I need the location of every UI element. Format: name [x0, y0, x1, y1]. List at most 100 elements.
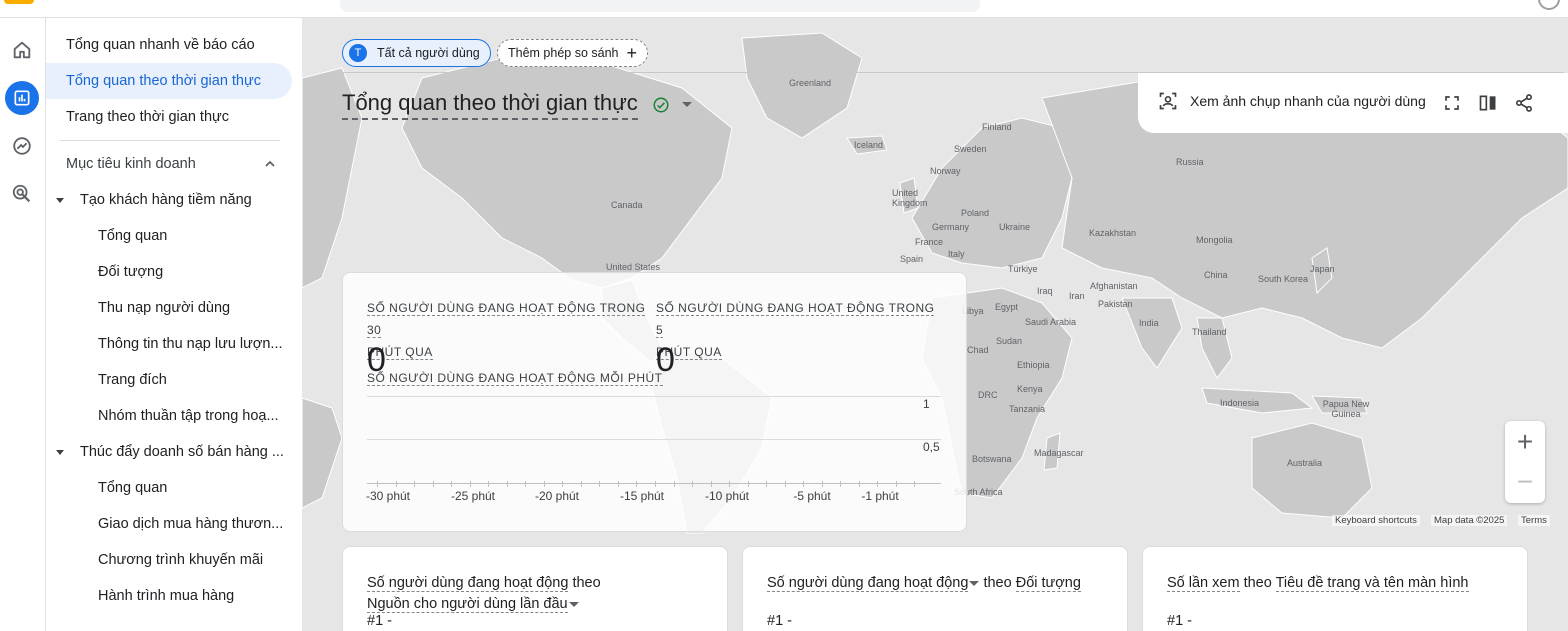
nav-item-reports-snapshot[interactable]: Tổng quan nhanh về báo cáo [46, 27, 292, 63]
title-dropdown-icon[interactable] [682, 102, 692, 107]
map-label: Kenya [1017, 384, 1043, 394]
minute-bar-tick [377, 481, 378, 487]
map-label: Germany [932, 222, 970, 232]
card-title-metric: Số người dùng đang hoạt động [367, 575, 569, 592]
nav-group-lead-generation[interactable]: Tạo khách hàng tiềm năng [46, 182, 292, 218]
map-label: Papua New Guinea [1322, 399, 1370, 419]
reports-icon[interactable] [5, 81, 39, 115]
page-title[interactable]: Tổng quan theo thời gian thực [342, 90, 638, 120]
metric-5min-label[interactable]: SỐ NGƯỜI DÙNG ĐANG HOẠT ĐỘNG TRONG 5 PHÚ… [656, 297, 936, 363]
advertising-icon[interactable] [5, 177, 39, 211]
x-tick-label: -25 phút [450, 489, 496, 503]
minute-bar-tick [914, 481, 916, 487]
metric-30min-label[interactable]: SỐ NGƯỜI DÙNG ĐANG HOẠT ĐỘNG TRONG 30 PH… [367, 297, 647, 363]
map-label: Australia [1287, 458, 1323, 468]
minute-bar-tick [525, 481, 527, 487]
map-label: Sweden [954, 144, 987, 154]
nav-item-realtime-pages[interactable]: Trang theo thời gian thực [46, 99, 292, 135]
search-bar[interactable] [340, 0, 980, 12]
card-rank: #1 - [767, 613, 792, 629]
nav-item-traffic-acquisition[interactable]: Thông tin thu nạp lưu lượn... [46, 326, 292, 362]
main-content: Greenland Finland Sweden Iceland Norway … [302, 18, 1568, 631]
segment-chip-all-users[interactable]: T Tất cả người dùng [342, 39, 491, 67]
map-label: Chad [967, 345, 989, 355]
actions-bar: Xem ảnh chụp nhanh của người dùng [1138, 73, 1568, 133]
map-label: Botswana [972, 454, 1012, 464]
nav-item-overview[interactable]: Tổng quan [46, 470, 292, 506]
caret-down-icon[interactable] [568, 601, 579, 607]
caret-down-icon [56, 449, 64, 455]
map-data-attribution: Map data ©2025 [1431, 515, 1508, 526]
nav-group-drive-sales[interactable]: Thúc đẩy doanh số bán hàng ... [46, 434, 292, 470]
nav-item-cohort[interactable]: Nhóm thuần tập trong hoạ... [46, 398, 292, 434]
map-label: Ethiopia [1017, 360, 1050, 370]
nav-item-purchase-journey[interactable]: Hành trình mua hàng [46, 578, 292, 614]
chevron-up-icon [265, 160, 275, 167]
compare-view-icon[interactable] [1476, 91, 1500, 115]
minute-bar-tick [766, 481, 768, 487]
minute-bar-tick [506, 481, 508, 487]
map-label: Egypt [995, 302, 1019, 312]
card-title[interactable]: Số người dùng đang hoạt động theo Nguồn … [367, 573, 717, 615]
minute-bar-tick [580, 481, 582, 487]
nav-item-ecommerce-purchases[interactable]: Giao dịch mua hàng thươn... [46, 506, 292, 542]
user-snapshot-icon [1159, 92, 1177, 110]
x-tick-label: -10 phút [704, 489, 750, 503]
map-label: Türkiye [1008, 264, 1038, 274]
minute-bar-tick [710, 481, 712, 487]
map-label: United Kingdom [892, 188, 928, 208]
map-label: Indonesia [1220, 398, 1260, 408]
nav-item-user-acquisition[interactable]: Thu nạp người dùng [46, 290, 292, 326]
plus-icon: + [626, 43, 638, 63]
minute-bar-tick [432, 481, 434, 487]
x-tick-label: -5 phút [793, 489, 831, 503]
zoom-out-button[interactable]: − [1505, 462, 1545, 502]
map-label: Pakistan [1098, 299, 1133, 309]
card-title[interactable]: Số lần xem theo Tiêu đề trang và tên màn… [1167, 573, 1517, 594]
map-label: United States [606, 262, 661, 272]
nav-item-realtime-overview[interactable]: Tổng quan theo thời gian thực [46, 63, 292, 99]
user-snapshot-button[interactable]: Xem ảnh chụp nhanh của người dùng [1158, 91, 1426, 111]
nav-divider [60, 140, 280, 141]
map-label: Italy [948, 249, 965, 259]
nav-item-landing-page[interactable]: Trang đích [46, 362, 292, 398]
home-icon[interactable] [5, 33, 39, 67]
nav-group-label: Thúc đẩy doanh số bán hàng ... [80, 444, 284, 460]
map-label: South Korea [1258, 274, 1309, 284]
x-tick-label: -30 phút [365, 489, 411, 503]
zoom-in-button[interactable]: + [1505, 422, 1545, 462]
map-label: Russia [1176, 157, 1204, 167]
fullscreen-icon[interactable] [1440, 91, 1464, 115]
add-comparison-button[interactable]: Thêm phép so sánh + [497, 39, 649, 67]
per-minute-label[interactable]: SỐ NGƯỜI DÙNG ĐANG HOẠT ĐỘNG MỖI PHÚT [367, 371, 663, 386]
card-title-dimension: Tiêu đề trang và tên màn hình [1275, 575, 1469, 592]
nav-section-business-objectives[interactable]: Mục tiêu kinh doanh [46, 146, 292, 182]
account-avatar[interactable] [1538, 0, 1560, 10]
map-label: Madagascar [1034, 448, 1084, 458]
minute-bar-tick [729, 481, 731, 487]
map-label: Tanzania [1009, 404, 1046, 414]
minute-bar-tick [747, 481, 749, 487]
map-label: Finland [982, 122, 1012, 132]
card-users-by-audience: Số người dùng đang hoạt động theo Đối tư… [742, 546, 1128, 631]
y-tick-label: 1 [923, 397, 930, 411]
minute-bar-tick [692, 481, 694, 487]
minute-bar-tick [543, 481, 545, 487]
card-title[interactable]: Số người dùng đang hoạt động theo Đối tư… [767, 573, 1117, 594]
metric-label-line: SỐ NGƯỜI DÙNG ĐANG HOẠT ĐỘNG TRONG 30 [367, 301, 646, 338]
nav-item-overview[interactable]: Tổng quan [46, 218, 292, 254]
explore-icon[interactable] [5, 129, 39, 163]
x-tick-label: -20 phút [534, 489, 580, 503]
terms-link[interactable]: Terms [1518, 515, 1550, 526]
caret-down-icon[interactable] [969, 580, 980, 586]
share-icon[interactable] [1512, 91, 1536, 115]
nav-item-audience[interactable]: Đối tượng [46, 254, 292, 290]
baseline [367, 483, 941, 484]
map-label: Iran [1069, 291, 1085, 301]
nav-item-promotions[interactable]: Chương trình khuyến mãi [46, 542, 292, 578]
x-tick-label: -15 phút [619, 489, 665, 503]
minute-bar-tick [821, 481, 823, 487]
metric-label-line: SỐ NGƯỜI DÙNG ĐANG HOẠT ĐỘNG TRONG 5 [656, 301, 935, 338]
card-rank: #1 - [1167, 613, 1192, 629]
keyboard-shortcuts-link[interactable]: Keyboard shortcuts [1332, 515, 1420, 526]
